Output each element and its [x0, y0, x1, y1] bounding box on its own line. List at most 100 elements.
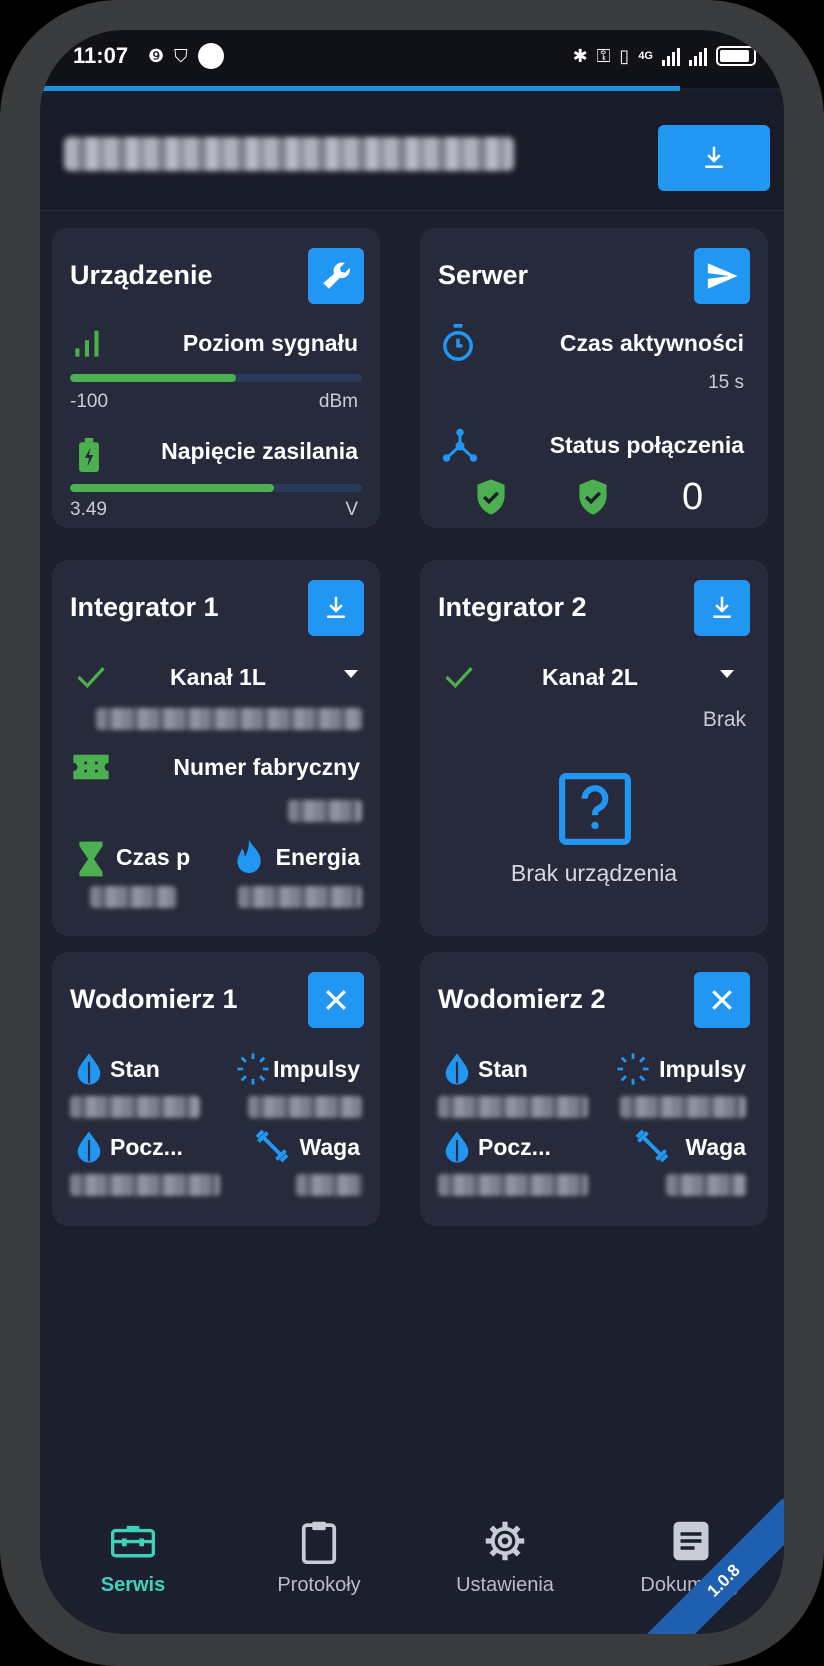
- no-device-text: Brak urządzenia: [510, 860, 678, 886]
- watermeter2-title: Wodomierz 2: [438, 984, 606, 1014]
- download-button[interactable]: [658, 125, 770, 191]
- hourglass-icon: [79, 841, 103, 877]
- server-card-title: Serwer: [438, 260, 529, 290]
- document-icon: [673, 1521, 709, 1561]
- nav-item-protokoly[interactable]: Protokoły: [226, 1520, 412, 1634]
- serial-number-label: Numer fabryczny: [173, 754, 360, 780]
- status-bar: 11:07 ❾ ⛉ ✱ ⚿ ▯ 4G: [40, 30, 784, 88]
- impulses-icon: [237, 1053, 269, 1085]
- integrator2-channel-select[interactable]: Kanał 2L: [542, 664, 638, 691]
- integrator2-download-button[interactable]: [694, 580, 750, 636]
- signal-level-bar: [70, 374, 362, 382]
- voltage-value: 3.49: [70, 499, 107, 520]
- stopwatch-icon: [443, 324, 473, 361]
- integrator2-none-value: Brak: [702, 708, 746, 731]
- app-notification-icon: ❾: [148, 46, 165, 66]
- wrench-icon: [323, 262, 350, 289]
- signal-sim2-icon: [689, 46, 707, 66]
- battery-icon: [716, 46, 756, 66]
- nav-label-ustawienia: Ustawienia: [456, 1574, 554, 1596]
- time-value-redacted: [90, 886, 176, 908]
- toolbox-icon: [111, 1525, 155, 1558]
- uptime-value: 15 s: [708, 372, 744, 393]
- wm1-state-redacted: [70, 1096, 200, 1118]
- network-type: 4G: [638, 50, 653, 62]
- integrator1-title: Integrator 1: [70, 592, 219, 622]
- app-screen: 11:07 ❾ ⛉ ✱ ⚿ ▯ 4G Urządzenie Poziom syg…: [40, 30, 784, 1634]
- connection-hub-icon: [442, 428, 478, 462]
- download-icon: [327, 596, 345, 618]
- server-card: Serwer Czas aktywności 15 s Status połąc…: [420, 228, 768, 528]
- shield-check-icon: [477, 479, 505, 515]
- integrator1-channel-select[interactable]: Kanał 1L: [170, 664, 266, 691]
- connection-count: 0: [682, 476, 704, 518]
- flame-icon: [237, 839, 261, 874]
- wm1-weight-redacted: [296, 1174, 362, 1196]
- watermeter1-card: Wodomierz 1 Stan Impulsy Pocz... Waga: [52, 952, 380, 1226]
- dumbbell-icon: [635, 1129, 669, 1163]
- shield-notification-icon: ⛉: [174, 46, 188, 66]
- watermeter1-title: Wodomierz 1: [70, 984, 238, 1014]
- connection-label: Status połączenia: [549, 432, 744, 458]
- signal-label: Poziom sygnału: [182, 330, 358, 356]
- wm2-start-label: Pocz...: [478, 1134, 551, 1160]
- nav-label-serwis: Serwis: [100, 1574, 166, 1596]
- wm2-start-redacted: [438, 1174, 588, 1196]
- check-icon: [445, 667, 473, 689]
- wm1-state-label: Stan: [110, 1056, 160, 1082]
- bluetooth-icon: ✱: [572, 46, 588, 66]
- integrator1-device-redacted: [96, 708, 362, 730]
- wm1-start-label: Pocz...: [110, 1134, 183, 1160]
- integrator2-card: Integrator 2 Kanał 2L Brak Brak urządzen…: [420, 560, 768, 936]
- device-serial-redacted: [64, 137, 514, 171]
- wm2-weight-redacted: [666, 1174, 746, 1196]
- watermeter2-card: Wodomierz 2 Stan Impulsy Pocz... Waga: [420, 952, 768, 1226]
- integrator1-download-button[interactable]: [308, 580, 364, 636]
- clipboard-icon: [301, 1521, 337, 1564]
- signal-unit: dBm: [318, 391, 358, 412]
- voltage-unit: V: [345, 499, 358, 520]
- vibrate-icon: ▯: [619, 46, 630, 66]
- integrator2-title: Integrator 2: [438, 592, 587, 622]
- serial-number-redacted: [288, 800, 362, 822]
- device-header: [40, 91, 784, 211]
- vpn-key-icon: ⚿: [596, 46, 611, 66]
- wm2-impulses-redacted: [620, 1096, 746, 1118]
- wm1-weight-label: Waga: [299, 1134, 361, 1160]
- chevron-down-icon[interactable]: [720, 670, 734, 678]
- check-icon: [77, 667, 105, 689]
- energy-label: Energia: [275, 844, 360, 870]
- wm2-state-redacted: [438, 1096, 588, 1118]
- watermeter1-remove-button[interactable]: [308, 972, 364, 1028]
- energy-value-redacted: [238, 886, 362, 908]
- uptime-label: Czas aktywności: [559, 330, 744, 356]
- gear-icon: [485, 1521, 525, 1561]
- device-card: Urządzenie Poziom sygnału -100 dBm Napię…: [52, 228, 380, 528]
- signal-value: -100: [70, 391, 109, 412]
- signal-strength-icon: [75, 330, 99, 357]
- voltage-level-fill: [70, 484, 275, 492]
- device-settings-button[interactable]: [308, 248, 364, 304]
- water-drop-icon: [77, 1053, 101, 1085]
- nav-item-serwis[interactable]: Serwis: [40, 1520, 226, 1634]
- wm1-start-redacted: [70, 1174, 220, 1196]
- chevron-down-icon[interactable]: [344, 670, 358, 678]
- water-drop-icon: [445, 1053, 469, 1085]
- time-label: Czas p: [116, 844, 191, 870]
- watermeter2-remove-button[interactable]: [694, 972, 750, 1028]
- status-time: 11:07: [73, 43, 129, 68]
- server-send-button[interactable]: [694, 248, 750, 304]
- download-icon: [713, 596, 731, 618]
- integrator1-card: Integrator 1 Kanał 1L Numer fabryczny Cz…: [52, 560, 380, 936]
- water-drop-icon: [445, 1131, 469, 1163]
- voltage-label: Napięcie zasilania: [161, 438, 358, 464]
- close-icon: [712, 990, 732, 1010]
- send-icon: [707, 263, 738, 289]
- nav-label-protokoly: Protokoły: [277, 1574, 361, 1596]
- signal-sim1-icon: [662, 46, 680, 66]
- dumbbell-icon: [255, 1129, 289, 1163]
- shield-check-icon: [579, 479, 607, 515]
- battery-charging-icon: [79, 438, 99, 472]
- nav-item-ustawienia[interactable]: Ustawienia: [412, 1520, 598, 1634]
- wm2-state-label: Stan: [478, 1056, 528, 1082]
